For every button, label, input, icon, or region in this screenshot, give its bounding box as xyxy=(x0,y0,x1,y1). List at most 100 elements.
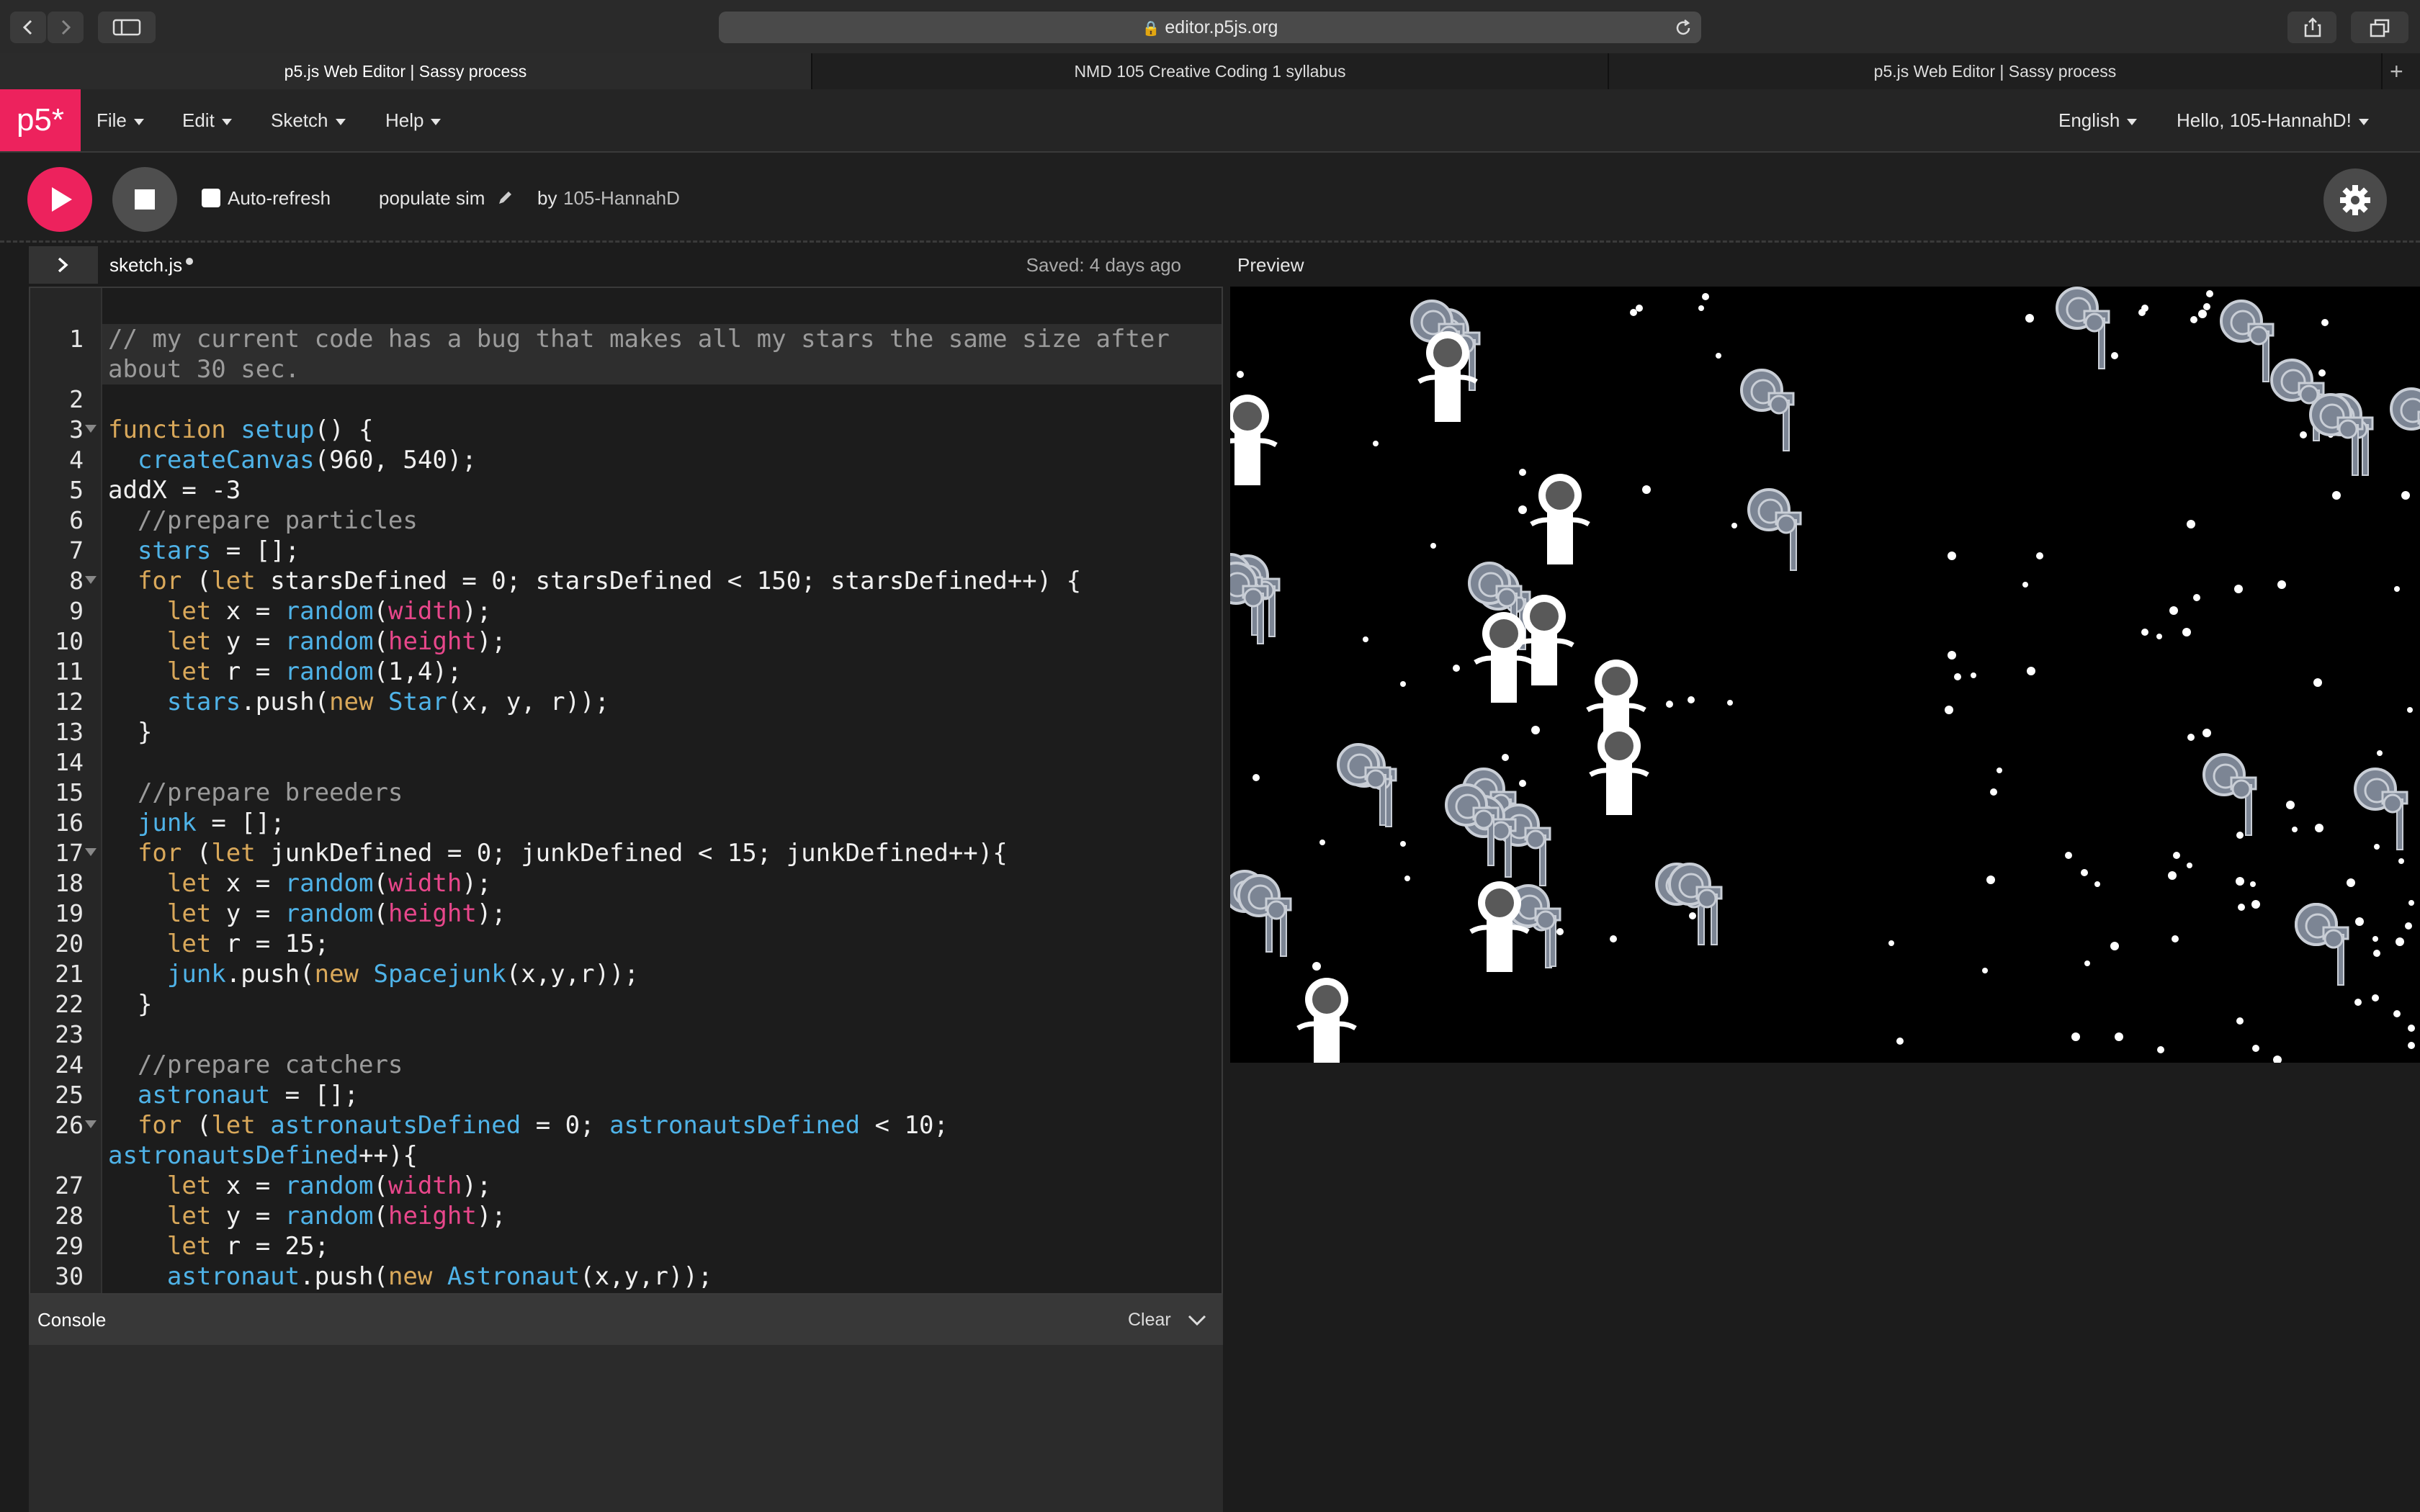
by-label: by xyxy=(537,187,557,209)
new-tab-button[interactable]: + xyxy=(2390,53,2403,89)
author-link[interactable]: 105-HannahD xyxy=(563,181,680,215)
line-number: 19 xyxy=(55,899,84,927)
menu-help[interactable]: Help xyxy=(385,89,442,151)
line-number xyxy=(30,354,84,384)
code-line[interactable]: junk = []; xyxy=(108,808,285,838)
line-number: 11 xyxy=(55,657,84,685)
stop-button[interactable] xyxy=(112,167,177,232)
code-line[interactable]: junk.push(new Spacejunk(x,y,r)); xyxy=(108,959,639,989)
forward-button[interactable] xyxy=(48,12,84,43)
line-number: 4 xyxy=(69,446,84,474)
fold-arrow-icon[interactable] xyxy=(85,848,97,856)
code-line[interactable]: function setup() { xyxy=(108,415,374,445)
browser-tab-1[interactable]: p5.js Web Editor | Sassy process xyxy=(0,53,812,89)
browser-tab-3[interactable]: p5.js Web Editor | Sassy process xyxy=(1609,53,2383,89)
url-text: editor.p5js.org xyxy=(1165,17,1278,37)
space-junk xyxy=(2220,300,2275,382)
user-greeting: Hello, 105-HannahD! xyxy=(2177,109,2352,131)
line-number xyxy=(30,1140,84,1171)
code-line[interactable]: astronautsDefined++){ xyxy=(108,1140,418,1171)
space-junk xyxy=(2056,287,2110,369)
code-line[interactable]: //prepare catchers xyxy=(108,1050,403,1080)
code-line[interactable]: //prepare breeders xyxy=(108,778,403,808)
code-line[interactable]: } xyxy=(108,717,152,747)
language-menu[interactable]: English xyxy=(2058,89,2138,151)
browser-toolbar: 🔒 editor.p5js.org xyxy=(0,0,2420,53)
code-line[interactable]: createCanvas(960, 540); xyxy=(108,445,477,475)
code-line[interactable]: about 30 sec. xyxy=(108,354,300,384)
code-line[interactable]: stars = []; xyxy=(108,536,300,566)
line-number: 8 xyxy=(69,567,84,595)
code-line[interactable]: // my current code has a bug that makes … xyxy=(108,324,1170,354)
chevron-left-icon xyxy=(22,19,32,35)
line-number: 14 xyxy=(55,748,84,776)
code-line[interactable]: addX = -3 xyxy=(108,475,241,505)
code-line[interactable]: for (let starsDefined = 0; starsDefined … xyxy=(108,566,1081,596)
code-line[interactable]: let y = random(height); xyxy=(108,626,506,657)
reload-icon[interactable] xyxy=(1674,19,1693,37)
line-number: 18 xyxy=(55,869,84,897)
chevron-right-icon xyxy=(61,19,71,35)
space-junk xyxy=(1237,874,1292,957)
browser-tab-2[interactable]: NMD 105 Creative Coding 1 syllabus xyxy=(812,53,1609,89)
play-button[interactable] xyxy=(27,167,92,232)
code-line[interactable]: stars.push(new Star(x, y, r)); xyxy=(108,687,609,717)
auto-refresh-checkbox[interactable] xyxy=(202,189,220,207)
code-line[interactable]: let x = random(width); xyxy=(108,596,491,626)
sketch-name[interactable]: populate sim xyxy=(379,181,485,215)
auto-refresh-label: Auto-refresh xyxy=(228,187,331,209)
space-junk xyxy=(2354,768,2408,850)
share-button[interactable] xyxy=(2287,12,2336,43)
fold-arrow-icon[interactable] xyxy=(85,576,97,584)
chevron-down-icon xyxy=(2358,118,2369,125)
code-line[interactable]: } xyxy=(108,989,152,1020)
user-menu[interactable]: Hello, 105-HannahD! xyxy=(2177,89,2369,151)
code-line[interactable]: let y = random(height); xyxy=(108,899,506,929)
code-editor[interactable]: 1 2 3 4 5 6 7 8 9 10 11 12 13 14 15 16 17 18 19 20 21 22 23 24 2… xyxy=(29,287,1223,1295)
code-line[interactable]: let r = 25; xyxy=(108,1231,329,1261)
line-number: 12 xyxy=(55,688,84,716)
line-number: 21 xyxy=(55,960,84,988)
menu-sketch[interactable]: Sketch xyxy=(271,89,346,151)
code-line[interactable]: let r = 15; xyxy=(108,929,329,959)
tab-strip: p5.js Web Editor | Sassy process NMD 105… xyxy=(0,53,2420,91)
line-number: 7 xyxy=(69,536,84,564)
menu-edit[interactable]: Edit xyxy=(182,89,232,151)
code-line[interactable]: let r = random(1,4); xyxy=(108,657,462,687)
chevron-down-icon xyxy=(133,118,144,125)
console-clear-button[interactable]: Clear xyxy=(1128,1295,1171,1345)
line-number: 22 xyxy=(55,990,84,1018)
space-junk xyxy=(2295,903,2349,986)
code-line[interactable]: astronaut.push(new Astronaut(x,y,r)); xyxy=(108,1261,712,1292)
preview-canvas[interactable] xyxy=(1230,287,2420,1063)
chevron-down-icon[interactable] xyxy=(1187,1310,1207,1331)
astronaut xyxy=(1230,395,1278,485)
code-line[interactable]: astronaut = []; xyxy=(108,1080,359,1110)
p5-logo[interactable]: p5* xyxy=(0,89,81,151)
line-number: 29 xyxy=(55,1232,84,1260)
show-tabs-button[interactable] xyxy=(2351,12,2408,43)
code-line[interactable]: //prepare particles xyxy=(108,505,418,536)
menu-file[interactable]: File xyxy=(97,89,144,151)
code-line[interactable]: let x = random(width); xyxy=(108,1171,491,1201)
line-number: 9 xyxy=(69,597,84,625)
address-bar[interactable]: 🔒 editor.p5js.org xyxy=(719,12,1701,43)
code-line[interactable]: let x = random(width); xyxy=(108,868,491,899)
code-line[interactable]: for (let astronautsDefined = 0; astronau… xyxy=(108,1110,949,1140)
settings-button[interactable] xyxy=(2323,168,2387,232)
fold-arrow-icon[interactable] xyxy=(85,1120,97,1128)
back-button[interactable] xyxy=(10,12,46,43)
fold-arrow-icon[interactable] xyxy=(85,425,97,433)
line-number: 20 xyxy=(55,930,84,958)
sidebar-toggle-button[interactable] xyxy=(98,12,156,43)
pencil-icon[interactable] xyxy=(497,190,513,206)
play-icon xyxy=(52,187,72,212)
expand-sidebar-button[interactable] xyxy=(29,246,98,284)
code-line[interactable]: let y = random(height); xyxy=(108,1201,506,1231)
code-line[interactable]: for (let junkDefined = 0; junkDefined < … xyxy=(108,838,1008,868)
line-number: 15 xyxy=(55,778,84,806)
line-number: 6 xyxy=(69,506,84,534)
line-number: 2 xyxy=(69,385,84,413)
file-tab-name[interactable]: sketch.js xyxy=(109,246,182,284)
stars xyxy=(1237,290,2415,1063)
